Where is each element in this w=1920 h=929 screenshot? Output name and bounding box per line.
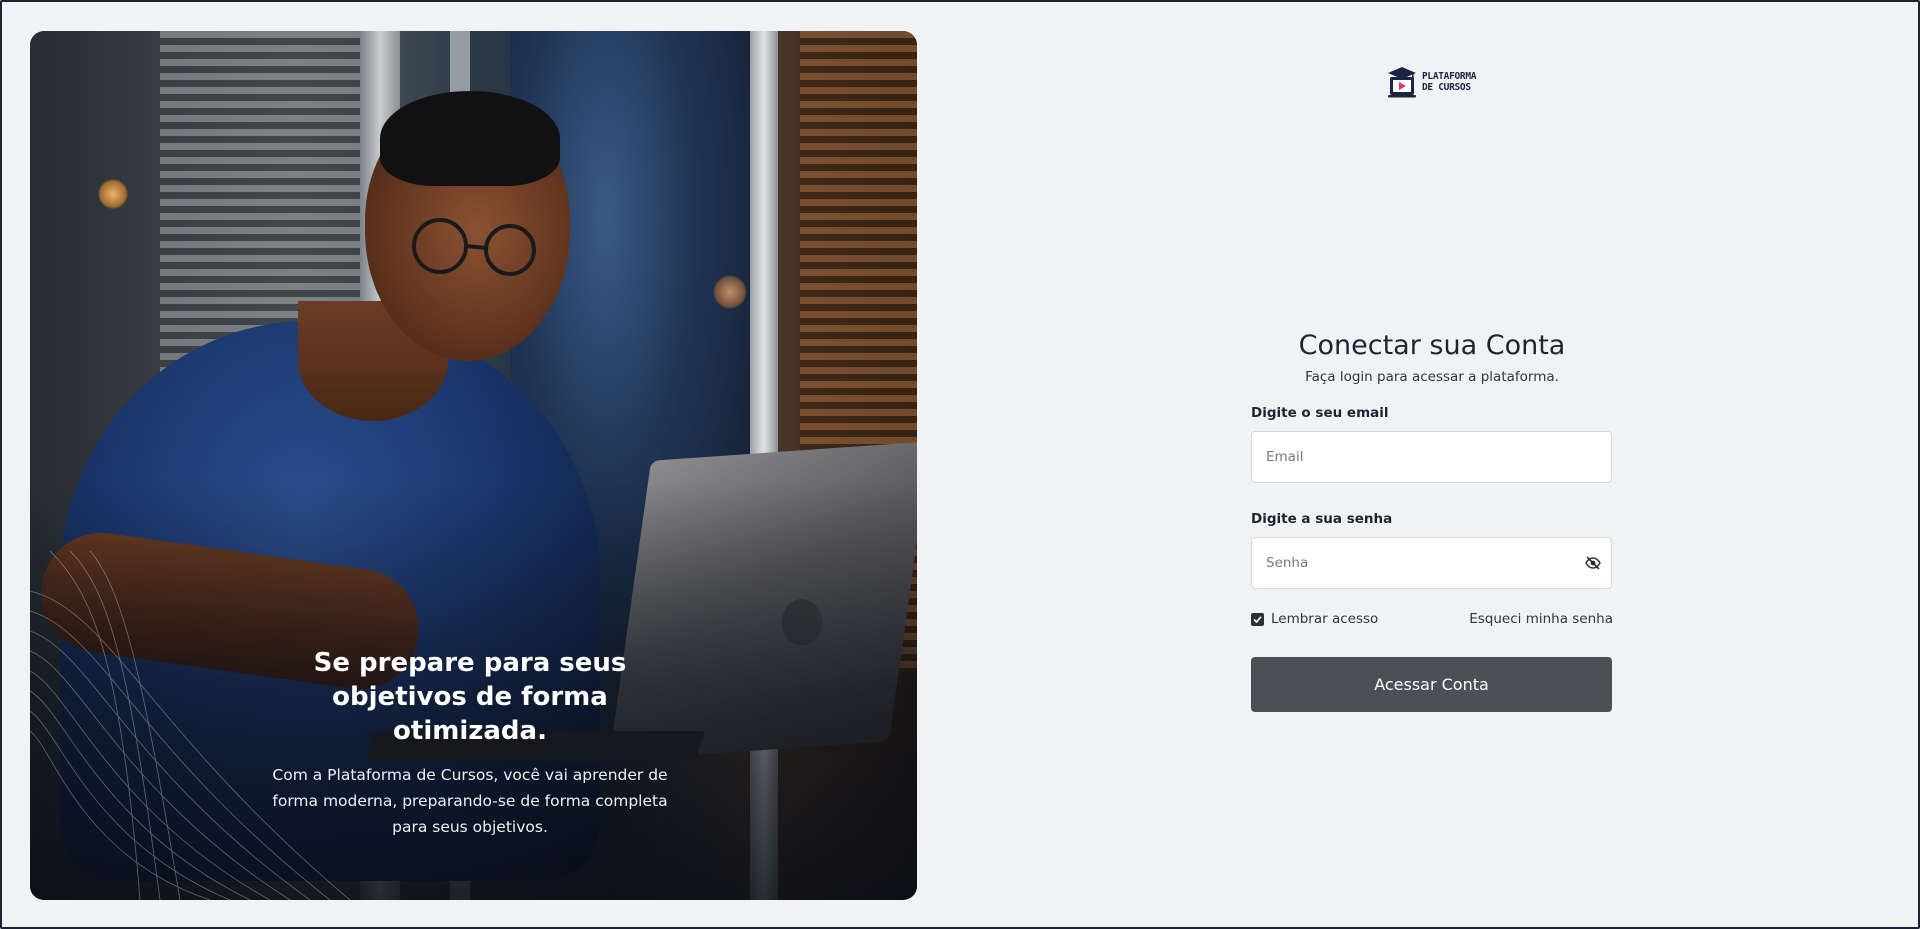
login-subtitle: Faça login para acessar a plataforma.: [1305, 369, 1559, 385]
eye-slash-icon[interactable]: [1585, 555, 1601, 571]
remember-checkbox[interactable]: [1251, 612, 1264, 626]
password-field-wrapper: [1251, 537, 1613, 589]
password-label: Digite a sua senha: [1251, 511, 1393, 527]
graduation-laptop-icon: [1388, 67, 1416, 98]
hero-title: Se prepare para seus objetivos de forma …: [313, 648, 627, 746]
bokeh-light: [713, 275, 747, 309]
email-label: Digite o seu email: [1251, 405, 1389, 421]
forgot-password-link[interactable]: Esqueci minha senha: [1469, 611, 1613, 627]
remember-label: Lembrar acesso: [1271, 611, 1379, 627]
person-hair: [380, 91, 560, 186]
email-field-wrapper: [1251, 431, 1613, 483]
hero-text-block: Se prepare para seus objetivos de forma …: [260, 646, 680, 840]
email-input[interactable]: [1251, 431, 1612, 483]
remember-checkbox-container[interactable]: Lembrar acesso: [1251, 611, 1378, 627]
form-options-row: Lembrar acesso Esqueci minha senha: [1251, 611, 1613, 627]
check-icon: [1253, 615, 1262, 623]
bokeh-light: [98, 179, 128, 209]
hero-description: Com a Plataforma de Cursos, você vai apr…: [272, 766, 668, 836]
submit-button[interactable]: Acessar Conta: [1251, 657, 1612, 712]
password-input[interactable]: [1251, 537, 1612, 589]
logo-text: PLATAFORMA DE CURSOS: [1422, 71, 1477, 93]
glasses-graphic: [412, 218, 536, 276]
brand-logo[interactable]: PLATAFORMA DE CURSOS: [1386, 65, 1477, 99]
login-title: Conectar sua Conta: [1298, 330, 1566, 361]
hero-image-panel: Se prepare para seus objetivos de forma …: [30, 31, 917, 900]
login-form: Conectar sua Conta Faça login para acess…: [1251, 330, 1613, 712]
